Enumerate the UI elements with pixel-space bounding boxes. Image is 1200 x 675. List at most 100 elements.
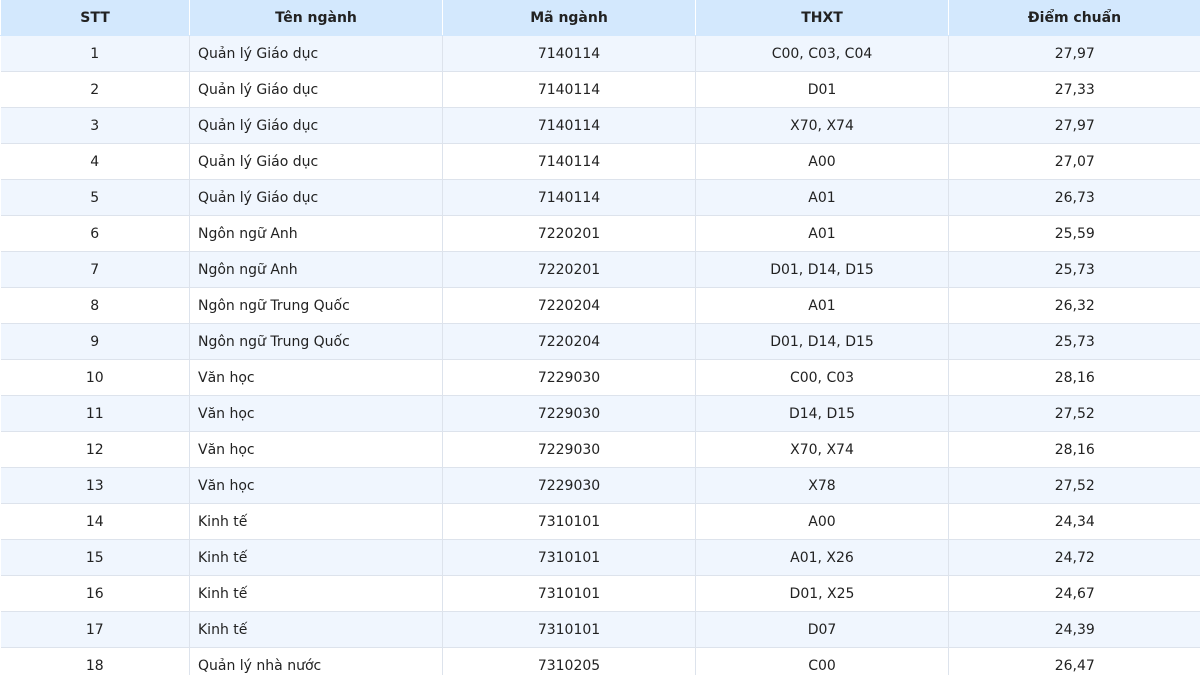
cell-stt: 6 xyxy=(0,215,190,252)
cell-major-code: 7229030 xyxy=(442,395,696,432)
table-row: 5 Quản lý Giáo dục 7140114 A01 26,73 xyxy=(0,179,1200,216)
cell-major-name: Ngôn ngữ Anh xyxy=(189,251,443,288)
cell-major-name: Quản lý Giáo dục xyxy=(189,179,443,216)
table-row: 16 Kinh tế 7310101 D01, X25 24,67 xyxy=(0,575,1200,612)
cell-major-name: Văn học xyxy=(189,467,443,504)
cell-subject-group: A00 xyxy=(695,143,949,180)
header-stt: STT xyxy=(0,0,190,36)
cell-major-code: 7229030 xyxy=(442,359,696,396)
cell-subject-group: D01 xyxy=(695,71,949,108)
cell-major-name: Quản lý Giáo dục xyxy=(189,35,443,72)
cell-major-name: Kinh tế xyxy=(189,503,443,540)
cell-subject-group: X70, X74 xyxy=(695,431,949,468)
cell-major-code: 7310101 xyxy=(442,539,696,576)
cell-subject-group: D07 xyxy=(695,611,949,648)
table-row: 1 Quản lý Giáo dục 7140114 C00, C03, C04 27,… xyxy=(0,35,1200,72)
cell-subject-group: A01 xyxy=(695,287,949,324)
cell-stt: 1 xyxy=(0,35,190,72)
cell-cutoff-score: 27,97 xyxy=(948,35,1200,72)
cell-stt: 2 xyxy=(0,71,190,108)
cell-major-name: Ngôn ngữ Trung Quốc xyxy=(189,287,443,324)
cell-subject-group: A01 xyxy=(695,215,949,252)
cell-major-name: Kinh tế xyxy=(189,575,443,612)
cell-major-code: 7310205 xyxy=(442,647,696,675)
cell-subject-group: A01, X26 xyxy=(695,539,949,576)
cell-cutoff-score: 27,97 xyxy=(948,107,1200,144)
cell-subject-group: A01 xyxy=(695,179,949,216)
cell-subject-group: C00, C03 xyxy=(695,359,949,396)
cell-cutoff-score: 26,73 xyxy=(948,179,1200,216)
cell-major-name: Văn học xyxy=(189,431,443,468)
table-row: 6 Ngôn ngữ Anh 7220201 A01 25,59 xyxy=(0,215,1200,252)
cell-subject-group: D01, D14, D15 xyxy=(695,323,949,360)
cell-cutoff-score: 27,52 xyxy=(948,467,1200,504)
cell-stt: 8 xyxy=(0,287,190,324)
table-header: STT Tên ngành Mã ngành THXT Điểm chuẩn xyxy=(0,0,1200,36)
cell-subject-group: A00 xyxy=(695,503,949,540)
cell-cutoff-score: 24,67 xyxy=(948,575,1200,612)
cell-major-code: 7310101 xyxy=(442,503,696,540)
cell-major-name: Kinh tế xyxy=(189,611,443,648)
table-row: 7 Ngôn ngữ Anh 7220201 D01, D14, D15 25,73 xyxy=(0,251,1200,288)
cell-cutoff-score: 27,07 xyxy=(948,143,1200,180)
cell-major-code: 7140114 xyxy=(442,35,696,72)
cell-cutoff-score: 24,72 xyxy=(948,539,1200,576)
cell-major-code: 7220201 xyxy=(442,251,696,288)
cell-stt: 18 xyxy=(0,647,190,675)
admission-scores-table-container: STT Tên ngành Mã ngành THXT Điểm chuẩn 1… xyxy=(0,0,1200,675)
cell-major-code: 7220204 xyxy=(442,287,696,324)
cell-stt: 12 xyxy=(0,431,190,468)
table-row: 13 Văn học 7229030 X78 27,52 xyxy=(0,467,1200,504)
cell-major-code: 7140114 xyxy=(442,71,696,108)
cell-major-name: Văn học xyxy=(189,395,443,432)
cell-cutoff-score: 27,33 xyxy=(948,71,1200,108)
cell-cutoff-score: 24,34 xyxy=(948,503,1200,540)
table-row: 15 Kinh tế 7310101 A01, X26 24,72 xyxy=(0,539,1200,576)
cell-major-name: Quản lý Giáo dục xyxy=(189,143,443,180)
cell-cutoff-score: 25,73 xyxy=(948,323,1200,360)
cell-cutoff-score: 28,16 xyxy=(948,431,1200,468)
cell-cutoff-score: 28,16 xyxy=(948,359,1200,396)
cell-stt: 4 xyxy=(0,143,190,180)
cell-major-name: Quản lý Giáo dục xyxy=(189,107,443,144)
cell-stt: 10 xyxy=(0,359,190,396)
cell-major-name: Quản lý nhà nước xyxy=(189,647,443,675)
cell-subject-group: D01, D14, D15 xyxy=(695,251,949,288)
cell-major-code: 7220204 xyxy=(442,323,696,360)
cell-subject-group: C00 xyxy=(695,647,949,675)
header-major-name: Tên ngành xyxy=(189,0,443,36)
cell-stt: 13 xyxy=(0,467,190,504)
cell-stt: 7 xyxy=(0,251,190,288)
cell-major-name: Kinh tế xyxy=(189,539,443,576)
header-major-code: Mã ngành xyxy=(442,0,696,36)
table-row: 3 Quản lý Giáo dục 7140114 X70, X74 27,97 xyxy=(0,107,1200,144)
cell-major-name: Quản lý Giáo dục xyxy=(189,71,443,108)
table-row: 4 Quản lý Giáo dục 7140114 A00 27,07 xyxy=(0,143,1200,180)
cell-major-code: 7220201 xyxy=(442,215,696,252)
table-row: 17 Kinh tế 7310101 D07 24,39 xyxy=(0,611,1200,648)
cell-cutoff-score: 26,47 xyxy=(948,647,1200,675)
cell-subject-group: X78 xyxy=(695,467,949,504)
cell-major-code: 7140114 xyxy=(442,179,696,216)
table-row: 12 Văn học 7229030 X70, X74 28,16 xyxy=(0,431,1200,468)
cell-major-name: Văn học xyxy=(189,359,443,396)
table-row: 18 Quản lý nhà nước 7310205 C00 26,47 xyxy=(0,647,1200,675)
cell-stt: 3 xyxy=(0,107,190,144)
cell-cutoff-score: 25,59 xyxy=(948,215,1200,252)
table-body: 1 Quản lý Giáo dục 7140114 C00, C03, C04 27,… xyxy=(0,35,1200,675)
cell-subject-group: C00, C03, C04 xyxy=(695,35,949,72)
header-cutoff-score: Điểm chuẩn xyxy=(948,0,1200,36)
cell-cutoff-score: 26,32 xyxy=(948,287,1200,324)
cell-subject-group: D14, D15 xyxy=(695,395,949,432)
cell-stt: 15 xyxy=(0,539,190,576)
cell-major-code: 7229030 xyxy=(442,467,696,504)
cell-major-code: 7310101 xyxy=(442,611,696,648)
cell-subject-group: X70, X74 xyxy=(695,107,949,144)
table-row: 8 Ngôn ngữ Trung Quốc 7220204 A01 26,32 xyxy=(0,287,1200,324)
table-row: 11 Văn học 7229030 D14, D15 27,52 xyxy=(0,395,1200,432)
header-row: STT Tên ngành Mã ngành THXT Điểm chuẩn xyxy=(0,0,1200,36)
table-row: 9 Ngôn ngữ Trung Quốc 7220204 D01, D14, D15… xyxy=(0,323,1200,360)
table-row: 10 Văn học 7229030 C00, C03 28,16 xyxy=(0,359,1200,396)
cell-stt: 14 xyxy=(0,503,190,540)
cell-cutoff-score: 25,73 xyxy=(948,251,1200,288)
